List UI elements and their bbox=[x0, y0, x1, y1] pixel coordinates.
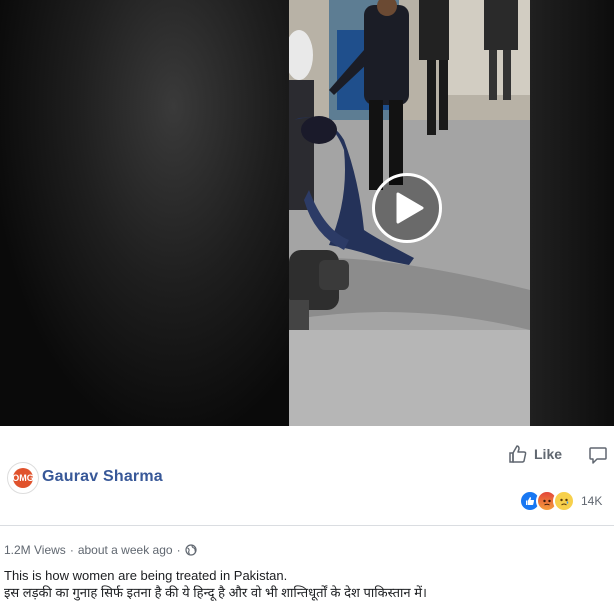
thumbs-up-icon bbox=[509, 445, 527, 463]
avatar[interactable]: OMG bbox=[7, 462, 39, 494]
like-button[interactable]: Like bbox=[508, 444, 562, 464]
video-blur-left bbox=[0, 0, 289, 426]
avatar-logo: OMG bbox=[12, 468, 34, 488]
author-name[interactable]: Gaurav Sharma bbox=[42, 468, 163, 486]
video-player[interactable] bbox=[0, 0, 614, 426]
meta-separator-2: · bbox=[176, 543, 181, 557]
comment-button[interactable] bbox=[588, 445, 608, 470]
globe-icon bbox=[184, 544, 197, 556]
reactions-summary[interactable]: 14K bbox=[519, 490, 602, 512]
post-time[interactable]: about a week ago bbox=[78, 543, 173, 557]
view-count: 1.2M Views bbox=[4, 543, 66, 557]
video-blur-right bbox=[530, 0, 614, 426]
comment-icon bbox=[589, 447, 607, 464]
sad-reaction-icon bbox=[553, 490, 575, 512]
play-button[interactable] bbox=[372, 173, 442, 243]
like-label: Like bbox=[534, 446, 563, 462]
divider bbox=[0, 525, 614, 526]
reaction-count: 14K bbox=[581, 494, 603, 508]
play-icon bbox=[396, 192, 424, 224]
caption-line-hindi: इस लड़की का गुनाह सिर्फ इतना है की ये हि… bbox=[4, 585, 427, 600]
post-meta: 1.2M Views · about a week ago · bbox=[4, 543, 197, 557]
post-caption: This is how women are being treated in P… bbox=[4, 567, 427, 601]
meta-separator: · bbox=[69, 543, 74, 557]
caption-line-english: This is how women are being treated in P… bbox=[4, 568, 288, 583]
